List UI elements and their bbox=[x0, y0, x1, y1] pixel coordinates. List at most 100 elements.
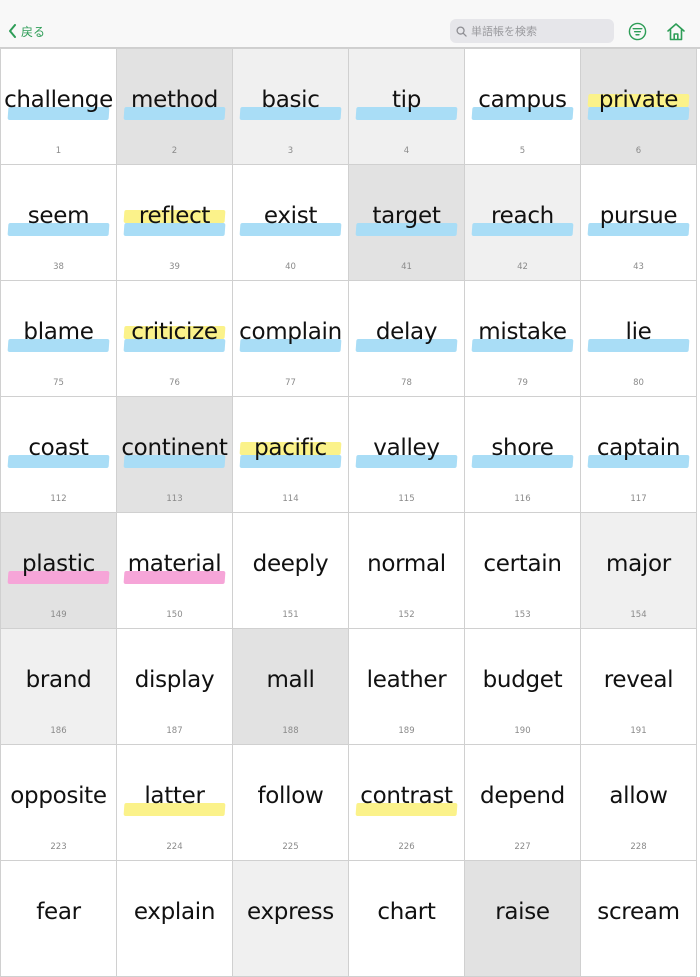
word-card[interactable]: seem 38 bbox=[1, 165, 117, 281]
card-number: 40 bbox=[285, 262, 296, 272]
word-card[interactable]: latter 224 bbox=[117, 745, 233, 861]
word-card[interactable]: fear bbox=[1, 861, 117, 977]
card-word: express bbox=[247, 899, 334, 925]
search-icon bbox=[456, 25, 467, 37]
word-card[interactable]: normal 152 bbox=[349, 513, 465, 629]
word-card[interactable]: express bbox=[233, 861, 349, 977]
word-card[interactable]: campus 5 bbox=[465, 49, 581, 165]
word-card[interactable]: display 187 bbox=[117, 629, 233, 745]
word-card[interactable]: mall 188 bbox=[233, 629, 349, 745]
navigation-bar: 戻る bbox=[0, 0, 700, 48]
card-word: exist bbox=[263, 203, 318, 229]
word-card[interactable]: basic 3 bbox=[233, 49, 349, 165]
word-card[interactable]: reach 42 bbox=[465, 165, 581, 281]
card-number: 153 bbox=[514, 610, 531, 620]
word-card[interactable]: mistake 79 bbox=[465, 281, 581, 397]
card-word: basic bbox=[261, 87, 320, 113]
word-card[interactable]: coast 112 bbox=[1, 397, 117, 513]
word-card-grid: challenge 1 method 2 basic 3 tip 4 campus 5 privat… bbox=[0, 48, 700, 977]
card-word: criticize bbox=[131, 319, 218, 345]
card-word: follow bbox=[257, 783, 324, 809]
card-word: contrast bbox=[360, 783, 453, 809]
search-field[interactable] bbox=[450, 19, 614, 43]
card-number: 154 bbox=[630, 610, 647, 620]
card-number: 80 bbox=[633, 378, 644, 388]
word-card[interactable]: method 2 bbox=[117, 49, 233, 165]
card-word: tip bbox=[391, 87, 422, 113]
card-word: delay bbox=[375, 319, 438, 345]
home-button[interactable] bbox=[666, 21, 686, 41]
back-button[interactable]: 戻る bbox=[8, 20, 45, 42]
card-word: certain bbox=[483, 551, 562, 577]
card-number: 223 bbox=[50, 842, 67, 852]
card-word: reflect bbox=[138, 203, 211, 229]
card-number: 225 bbox=[282, 842, 299, 852]
card-word: mall bbox=[266, 667, 315, 693]
word-card[interactable]: budget 190 bbox=[465, 629, 581, 745]
word-card[interactable]: leather 189 bbox=[349, 629, 465, 745]
card-word: major bbox=[606, 551, 671, 577]
word-card[interactable]: material 150 bbox=[117, 513, 233, 629]
card-word: complain bbox=[239, 319, 342, 345]
word-card[interactable]: valley 115 bbox=[349, 397, 465, 513]
card-number: 76 bbox=[169, 378, 180, 388]
word-card[interactable]: exist 40 bbox=[233, 165, 349, 281]
word-card[interactable]: pursue 43 bbox=[581, 165, 697, 281]
card-word: seem bbox=[27, 203, 90, 229]
word-card[interactable]: captain 117 bbox=[581, 397, 697, 513]
card-number: 75 bbox=[53, 378, 64, 388]
card-number: 38 bbox=[53, 262, 64, 272]
card-number: 224 bbox=[166, 842, 183, 852]
word-card[interactable]: continent 113 bbox=[117, 397, 233, 513]
word-card[interactable]: blame 75 bbox=[1, 281, 117, 397]
word-card[interactable]: pacific 114 bbox=[233, 397, 349, 513]
word-card[interactable]: private 6 bbox=[581, 49, 697, 165]
word-card[interactable]: reflect 39 bbox=[117, 165, 233, 281]
card-word: shore bbox=[491, 435, 554, 461]
word-card[interactable]: brand 186 bbox=[1, 629, 117, 745]
word-card[interactable]: criticize 76 bbox=[117, 281, 233, 397]
word-card[interactable]: opposite 223 bbox=[1, 745, 117, 861]
card-number: 43 bbox=[633, 262, 644, 272]
card-number: 1 bbox=[55, 146, 62, 156]
card-number: 2 bbox=[171, 146, 178, 156]
card-word: deeply bbox=[252, 551, 329, 577]
word-card[interactable]: explain bbox=[117, 861, 233, 977]
card-number: 5 bbox=[519, 146, 526, 156]
back-button-label: 戻る bbox=[21, 24, 46, 39]
word-card[interactable]: delay 78 bbox=[349, 281, 465, 397]
word-card[interactable]: depend 227 bbox=[465, 745, 581, 861]
card-word: pursue bbox=[599, 203, 678, 229]
word-card[interactable]: lie 80 bbox=[581, 281, 697, 397]
card-word: fear bbox=[36, 899, 81, 925]
card-word: mistake bbox=[478, 319, 567, 345]
word-card[interactable]: scream bbox=[581, 861, 697, 977]
word-card[interactable]: certain 153 bbox=[465, 513, 581, 629]
card-number: 228 bbox=[630, 842, 647, 852]
word-card[interactable]: tip 4 bbox=[349, 49, 465, 165]
card-word: valley bbox=[373, 435, 440, 461]
filter-button[interactable] bbox=[627, 21, 647, 41]
card-number: 6 bbox=[635, 146, 642, 156]
word-card[interactable]: shore 116 bbox=[465, 397, 581, 513]
word-card[interactable]: raise bbox=[465, 861, 581, 977]
word-card[interactable]: challenge 1 bbox=[1, 49, 117, 165]
word-card[interactable]: major 154 bbox=[581, 513, 697, 629]
card-number: 189 bbox=[398, 726, 415, 736]
word-card[interactable]: deeply 151 bbox=[233, 513, 349, 629]
word-card[interactable]: chart bbox=[349, 861, 465, 977]
word-card[interactable]: contrast 226 bbox=[349, 745, 465, 861]
card-number: 115 bbox=[398, 494, 415, 504]
card-word: campus bbox=[478, 87, 567, 113]
card-word: chart bbox=[377, 899, 436, 925]
word-card[interactable]: follow 225 bbox=[233, 745, 349, 861]
card-number: 3 bbox=[287, 146, 294, 156]
word-card[interactable]: complain 77 bbox=[233, 281, 349, 397]
filter-icon bbox=[628, 22, 646, 40]
card-number: 226 bbox=[398, 842, 415, 852]
word-card[interactable]: reveal 191 bbox=[581, 629, 697, 745]
word-card[interactable]: plastic 149 bbox=[1, 513, 117, 629]
search-input[interactable] bbox=[471, 24, 611, 38]
word-card[interactable]: allow 228 bbox=[581, 745, 697, 861]
word-card[interactable]: target 41 bbox=[349, 165, 465, 281]
